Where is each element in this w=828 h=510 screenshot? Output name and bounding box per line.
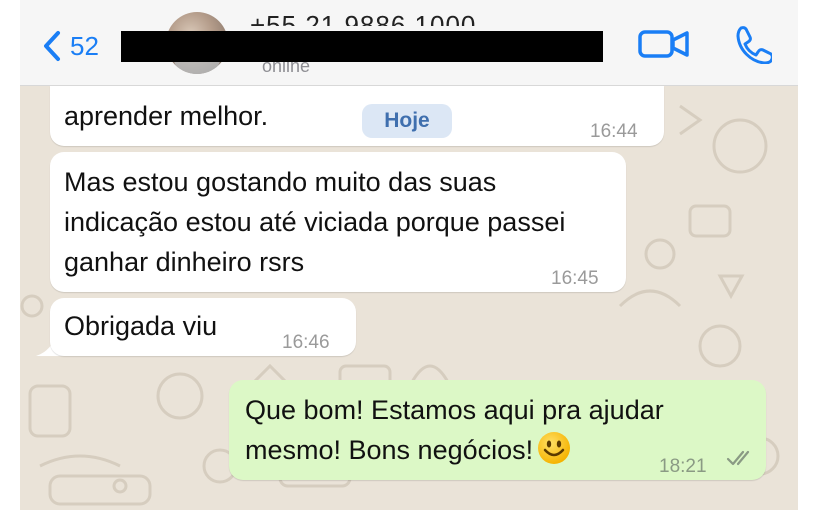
message-text: Mas estou gostando muito das suas indica… [64,167,566,277]
message-bubble-incoming[interactable]: Obrigada viu 16:46 [50,298,356,356]
message-bubble-incoming[interactable]: aprender melhor. 16:44 [50,86,664,146]
smiley-icon [538,432,571,464]
redaction-bar [121,31,603,62]
message-text: Que bom! Estamos aqui pra ajudar mesmo! … [245,395,664,465]
video-camera-icon[interactable] [638,28,690,60]
message-time: 16:44 [590,121,638,142]
day-separator-chip: Hoje [362,104,452,138]
contact-name[interactable]: +55 21 9886 1000 [250,8,476,26]
message-bubble-outgoing[interactable]: Que bom! Estamos aqui pra ajudar mesmo! … [229,380,766,480]
message-time: 16:45 [551,268,599,289]
read-ticks-icon [726,450,750,466]
message-time: 16:46 [282,332,330,353]
phone-icon[interactable] [732,24,772,64]
back-button[interactable]: 52 [42,26,99,66]
message-text: aprender melhor. [64,101,269,131]
screenshot-frame: 52 +55 21 9886 1000 online aprender melh… [0,0,828,510]
message-text: Obrigada viu [64,311,218,341]
chevron-left-icon [44,31,60,61]
message-bubble-incoming[interactable]: Mas estou gostando muito das suas indica… [50,152,626,292]
unread-count: 52 [70,30,99,61]
message-time: 18:21 [659,456,707,477]
